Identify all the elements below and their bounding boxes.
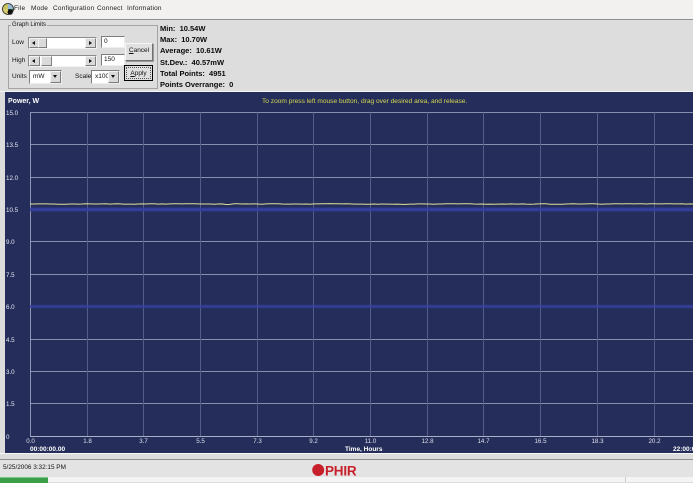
svg-text:9.0: 9.0 [6, 239, 15, 246]
svg-text:7.3: 7.3 [253, 438, 262, 445]
svg-text:1.8: 1.8 [83, 438, 92, 445]
svg-text:12.8: 12.8 [421, 438, 434, 445]
svg-text:22:00:00.0: 22:00:00.0 [673, 446, 693, 453]
svg-text:14.7: 14.7 [477, 438, 490, 445]
svg-text:13.5: 13.5 [6, 142, 19, 149]
svg-text:16.5: 16.5 [534, 438, 547, 445]
svg-text:0: 0 [6, 434, 10, 441]
svg-text:Time, Hours: Time, Hours [345, 446, 383, 453]
svg-text:6.0: 6.0 [6, 304, 15, 311]
svg-text:4.5: 4.5 [6, 337, 15, 344]
svg-text:0.0: 0.0 [26, 438, 35, 445]
svg-text:To zoom press left mouse butto: To zoom press left mouse button, drag ov… [262, 98, 467, 105]
svg-text:18.3: 18.3 [591, 438, 604, 445]
svg-text:10.5: 10.5 [6, 207, 19, 214]
svg-text:3.7: 3.7 [139, 438, 148, 445]
svg-text:00:00:00.00: 00:00:00.00 [30, 446, 65, 453]
svg-text:3.0: 3.0 [6, 369, 15, 376]
svg-text:1.5: 1.5 [6, 401, 15, 408]
svg-text:15.0: 15.0 [6, 110, 19, 117]
svg-text:12.0: 12.0 [6, 175, 19, 182]
svg-text:11.0: 11.0 [365, 438, 377, 445]
svg-text:7.5: 7.5 [6, 272, 15, 279]
svg-text:Power, W: Power, W [8, 98, 40, 105]
svg-text:PHIR: PHIR [325, 463, 357, 477]
svg-text:5.5: 5.5 [196, 438, 205, 445]
svg-text:9.2: 9.2 [309, 438, 318, 445]
svg-text:20.2: 20.2 [648, 438, 661, 445]
